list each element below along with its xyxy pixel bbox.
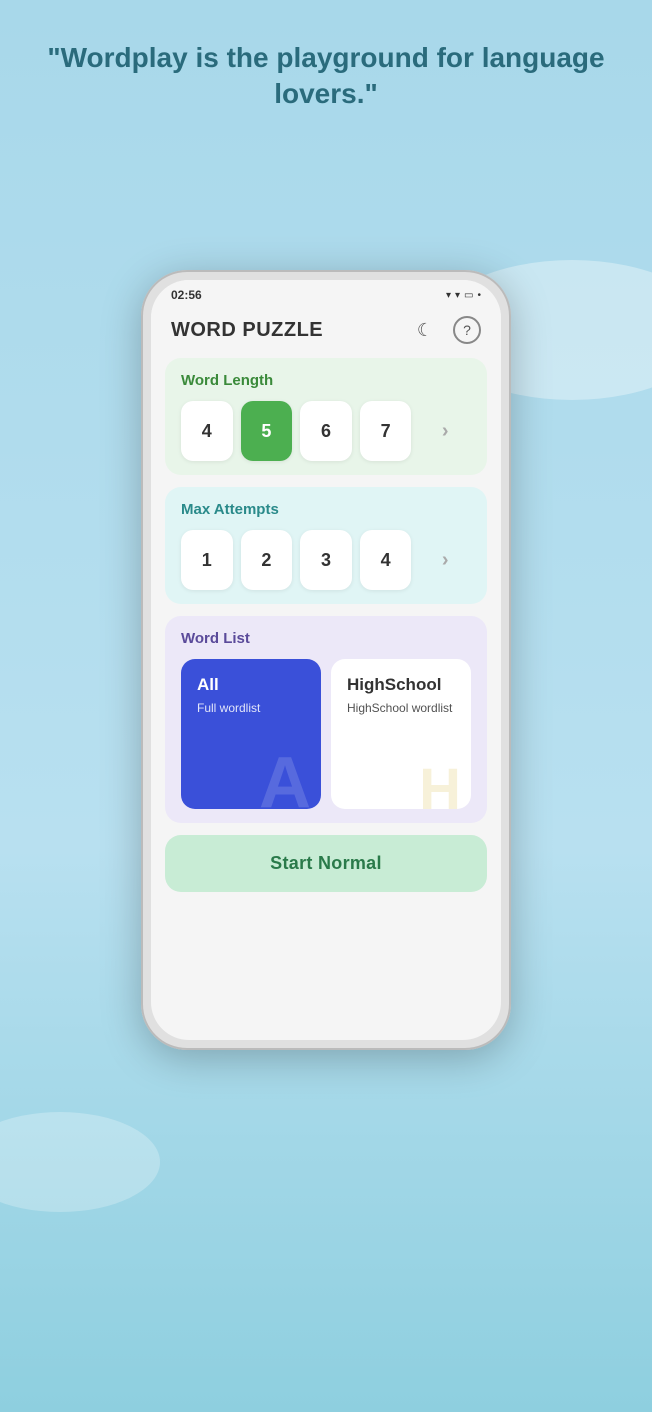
all-card-title: All	[197, 675, 305, 695]
word-list-section: Word List All Full wordlist A HighSchool…	[165, 616, 487, 823]
header-icons: ☾ ?	[409, 314, 481, 346]
max-attempts-options: 1 2 3 4 ›	[181, 530, 471, 590]
max-attempts-3-button[interactable]: 3	[300, 530, 352, 590]
status-bar: 02:56 ▾ ▾ ▭ •	[151, 280, 501, 306]
word-length-title: Word Length	[181, 372, 471, 389]
max-attempts-2-button[interactable]: 2	[241, 530, 293, 590]
word-length-5-button[interactable]: 5	[241, 401, 293, 461]
word-length-section: Word Length 4 5 6 7 ›	[165, 358, 487, 475]
start-normal-button[interactable]: Start Normal	[165, 835, 487, 892]
word-list-highschool-card[interactable]: HighSchool HighSchool wordlist H	[331, 659, 471, 809]
status-time: 02:56	[171, 288, 202, 302]
word-list-title: Word List	[181, 630, 471, 647]
dot-icon: •	[477, 290, 481, 301]
all-card-subtitle: Full wordlist	[197, 701, 305, 715]
word-length-7-button[interactable]: 7	[360, 401, 412, 461]
app-title: WORD PUZZLE	[171, 319, 323, 342]
highschool-card-title: HighSchool	[347, 675, 455, 695]
wifi-icon: ▾	[446, 290, 451, 301]
word-length-options: 4 5 6 7 ›	[181, 401, 471, 461]
word-list-cards: All Full wordlist A HighSchool HighSchoo…	[181, 659, 471, 809]
tagline-heading: "Wordplay is the playground for language…	[0, 0, 652, 133]
dark-mode-button[interactable]: ☾	[409, 314, 441, 346]
max-attempts-more-button[interactable]: ›	[419, 530, 471, 590]
question-icon: ?	[463, 322, 471, 338]
app-header: WORD PUZZLE ☾ ?	[151, 306, 501, 358]
word-list-all-card[interactable]: All Full wordlist A	[181, 659, 321, 809]
highschool-card-watermark: H	[419, 761, 461, 809]
max-attempts-title: Max Attempts	[181, 501, 471, 518]
signal-icon: ▾	[455, 290, 460, 301]
word-length-6-button[interactable]: 6	[300, 401, 352, 461]
phone-screen: 02:56 ▾ ▾ ▭ • WORD PUZZLE ☾ ?	[151, 280, 501, 1040]
highschool-card-subtitle: HighSchool wordlist	[347, 701, 455, 715]
all-card-watermark: A	[259, 747, 311, 809]
phone-frame: 02:56 ▾ ▾ ▭ • WORD PUZZLE ☾ ?	[141, 270, 511, 1050]
help-button[interactable]: ?	[453, 316, 481, 344]
word-length-more-button[interactable]: ›	[419, 401, 471, 461]
status-icons: ▾ ▾ ▭ •	[446, 290, 481, 301]
scroll-content: Word Length 4 5 6 7 › Max Attempts 1 2 3…	[151, 358, 501, 1040]
moon-icon: ☾	[417, 320, 433, 341]
max-attempts-section: Max Attempts 1 2 3 4 ›	[165, 487, 487, 604]
battery-icon: ▭	[464, 290, 473, 301]
max-attempts-4-button[interactable]: 4	[360, 530, 412, 590]
max-attempts-1-button[interactable]: 1	[181, 530, 233, 590]
word-length-4-button[interactable]: 4	[181, 401, 233, 461]
